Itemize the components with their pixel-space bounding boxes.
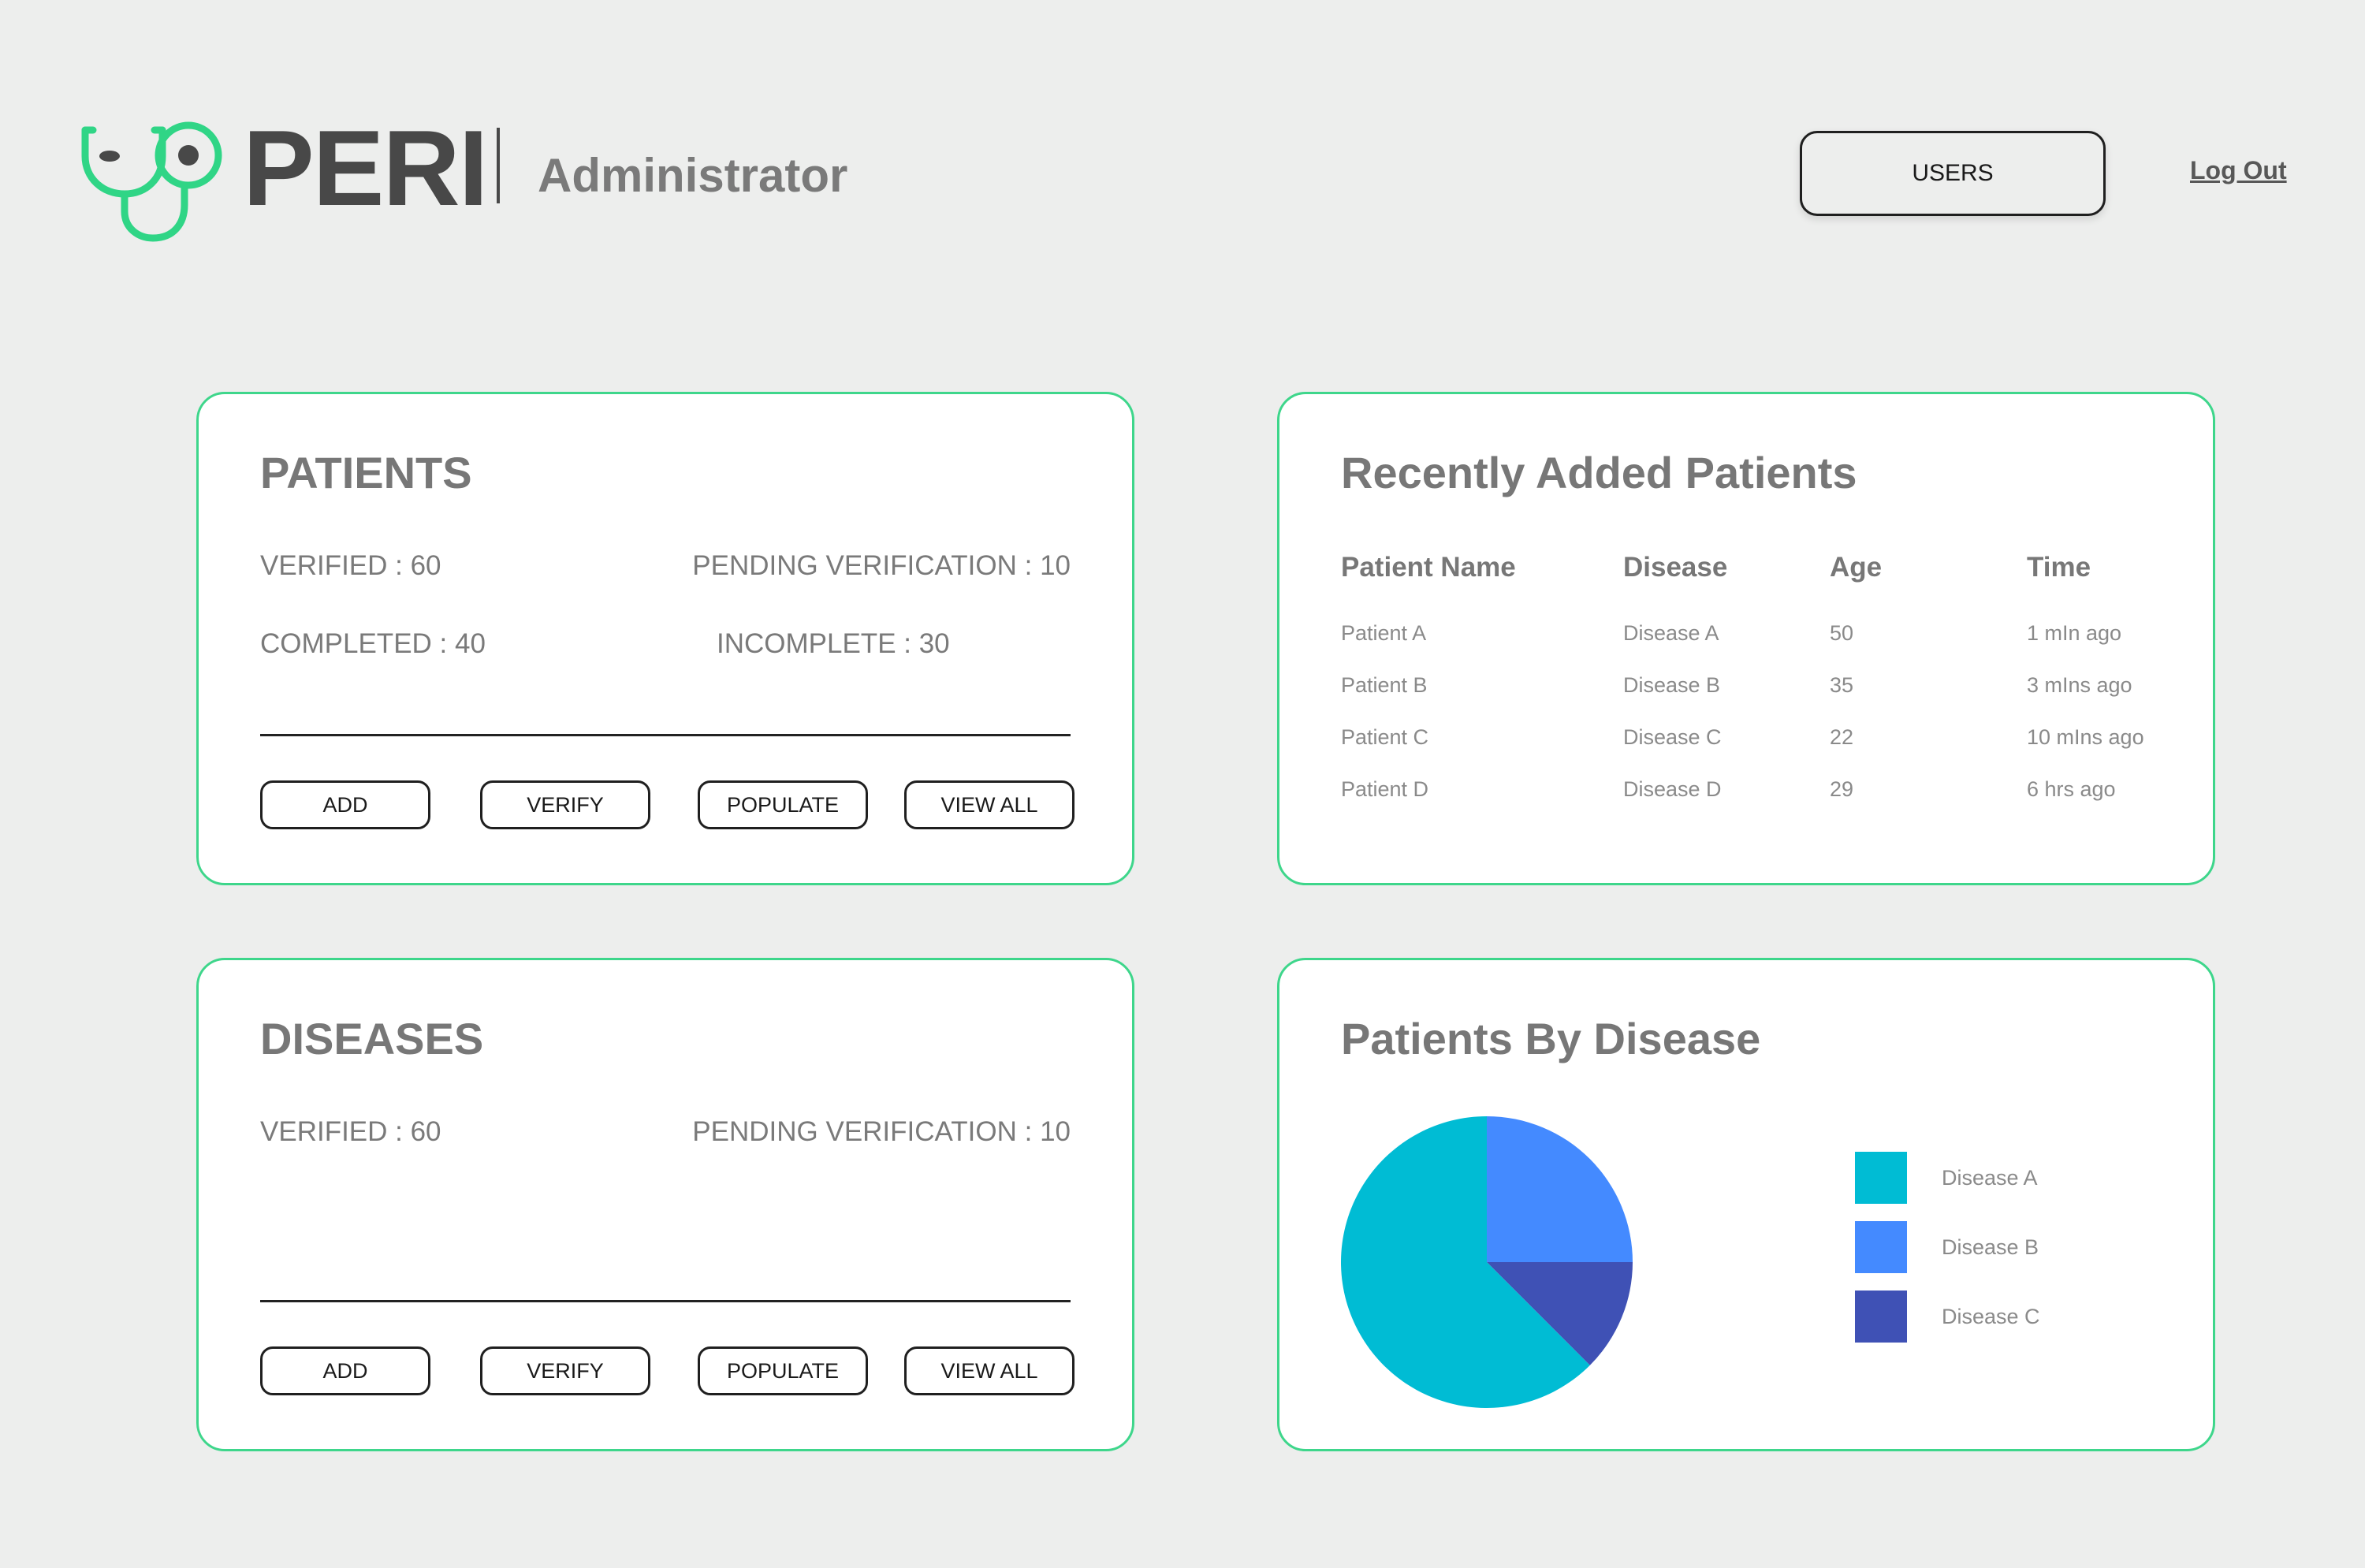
table-cell: Patient D xyxy=(1341,777,1429,801)
diseases-verified-stat: VERIFIED : 60 xyxy=(260,1116,441,1147)
table-cell: 29 xyxy=(1830,777,1854,801)
table-cell: 3 mIns ago xyxy=(2027,673,2132,697)
diseases-populate-button[interactable]: POPULATE xyxy=(698,1346,868,1395)
table-row[interactable]: Patient D Disease D 29 6 hrs ago xyxy=(1341,777,2184,829)
recent-patients-table: Patient Name Disease Age Time Patient A … xyxy=(1341,552,2184,829)
patients-pending-stat: PENDING VERIFICATION : 10 xyxy=(692,550,1071,581)
table-cell: 35 xyxy=(1830,673,1854,697)
header-divider xyxy=(497,128,500,203)
divider xyxy=(260,1300,1071,1302)
table-cell: Disease A xyxy=(1623,621,1719,645)
table-cell: Disease D xyxy=(1623,777,1722,801)
column-header: Age xyxy=(1830,552,1883,583)
table-row[interactable]: Patient B Disease B 35 3 mIns ago xyxy=(1341,673,2184,725)
brand-name: PERI xyxy=(243,108,488,228)
table-cell: Patient B xyxy=(1341,673,1428,697)
diseases-title: DISEASES xyxy=(260,1014,484,1063)
table-cell: Patient C xyxy=(1341,725,1429,749)
table-cell: 22 xyxy=(1830,725,1854,749)
table-cell: 50 xyxy=(1830,621,1854,645)
recent-patients-card: Recently Added Patients Patient Name Dis… xyxy=(1277,392,2215,885)
diseases-pending-stat: PENDING VERIFICATION : 10 xyxy=(692,1116,1071,1147)
table-cell: Patient A xyxy=(1341,621,1427,645)
patients-title: PATIENTS xyxy=(260,448,472,497)
column-header: Patient Name xyxy=(1341,552,1516,583)
patients-add-button[interactable]: ADD xyxy=(260,780,430,829)
diseases-verify-button[interactable]: VERIFY xyxy=(480,1346,650,1395)
table-cell: Disease C xyxy=(1623,725,1722,749)
patients-incomplete-stat: INCOMPLETE : 30 xyxy=(717,628,950,659)
table-cell: Disease B xyxy=(1623,673,1721,697)
patients-by-disease-card: Patients By Disease Disease A Disease B Di… xyxy=(1277,958,2215,1451)
users-button[interactable]: USERS xyxy=(1800,131,2106,216)
pie-slice-disease-b xyxy=(1487,1116,1633,1262)
table-cell: 6 hrs ago xyxy=(2027,777,2116,801)
legend-item: Disease C xyxy=(1855,1291,2040,1343)
table-row[interactable]: Patient A Disease A 50 1 mIn ago xyxy=(1341,599,2184,673)
patients-completed-stat: COMPLETED : 40 xyxy=(260,628,486,659)
table-cell: 1 mIn ago xyxy=(2027,621,2122,645)
table-row[interactable]: Patient C Disease C 22 10 mIns ago xyxy=(1341,725,2184,777)
diseases-card: DISEASES VERIFIED : 60 PENDING VERIFICAT… xyxy=(196,958,1134,1451)
diseases-view-all-button[interactable]: VIEW ALL xyxy=(904,1346,1074,1395)
pie-chart xyxy=(1341,1116,1633,1408)
chart-legend: Disease A Disease B Disease C xyxy=(1855,1152,2040,1360)
patients-verify-button[interactable]: VERIFY xyxy=(480,780,650,829)
role-title: Administrator xyxy=(538,149,848,202)
chart-title: Patients By Disease xyxy=(1341,1014,1761,1063)
column-header: Time xyxy=(2027,552,2091,583)
legend-item: Disease A xyxy=(1855,1152,2040,1204)
patients-populate-button[interactable]: POPULATE xyxy=(698,780,868,829)
table-header-row: Patient Name Disease Age Time xyxy=(1341,552,2184,599)
patients-view-all-button[interactable]: VIEW ALL xyxy=(904,780,1074,829)
legend-label: Disease B xyxy=(1942,1235,2039,1259)
logout-link[interactable]: Log Out xyxy=(2190,156,2287,185)
recent-patients-title: Recently Added Patients xyxy=(1341,448,1857,497)
legend-item: Disease B xyxy=(1855,1221,2040,1273)
column-header: Disease xyxy=(1623,552,1728,583)
table-cell: 10 mIns ago xyxy=(2027,725,2144,749)
patients-card: PATIENTS VERIFIED : 60 PENDING VERIFICAT… xyxy=(196,392,1134,885)
diseases-add-button[interactable]: ADD xyxy=(260,1346,430,1395)
legend-swatch xyxy=(1855,1221,1907,1273)
stethoscope-logo-icon xyxy=(81,121,222,242)
patients-verified-stat: VERIFIED : 60 xyxy=(260,550,441,581)
legend-swatch xyxy=(1855,1291,1907,1343)
legend-swatch xyxy=(1855,1152,1907,1204)
legend-label: Disease A xyxy=(1942,1165,2038,1190)
divider xyxy=(260,734,1071,736)
legend-label: Disease C xyxy=(1942,1304,2040,1328)
